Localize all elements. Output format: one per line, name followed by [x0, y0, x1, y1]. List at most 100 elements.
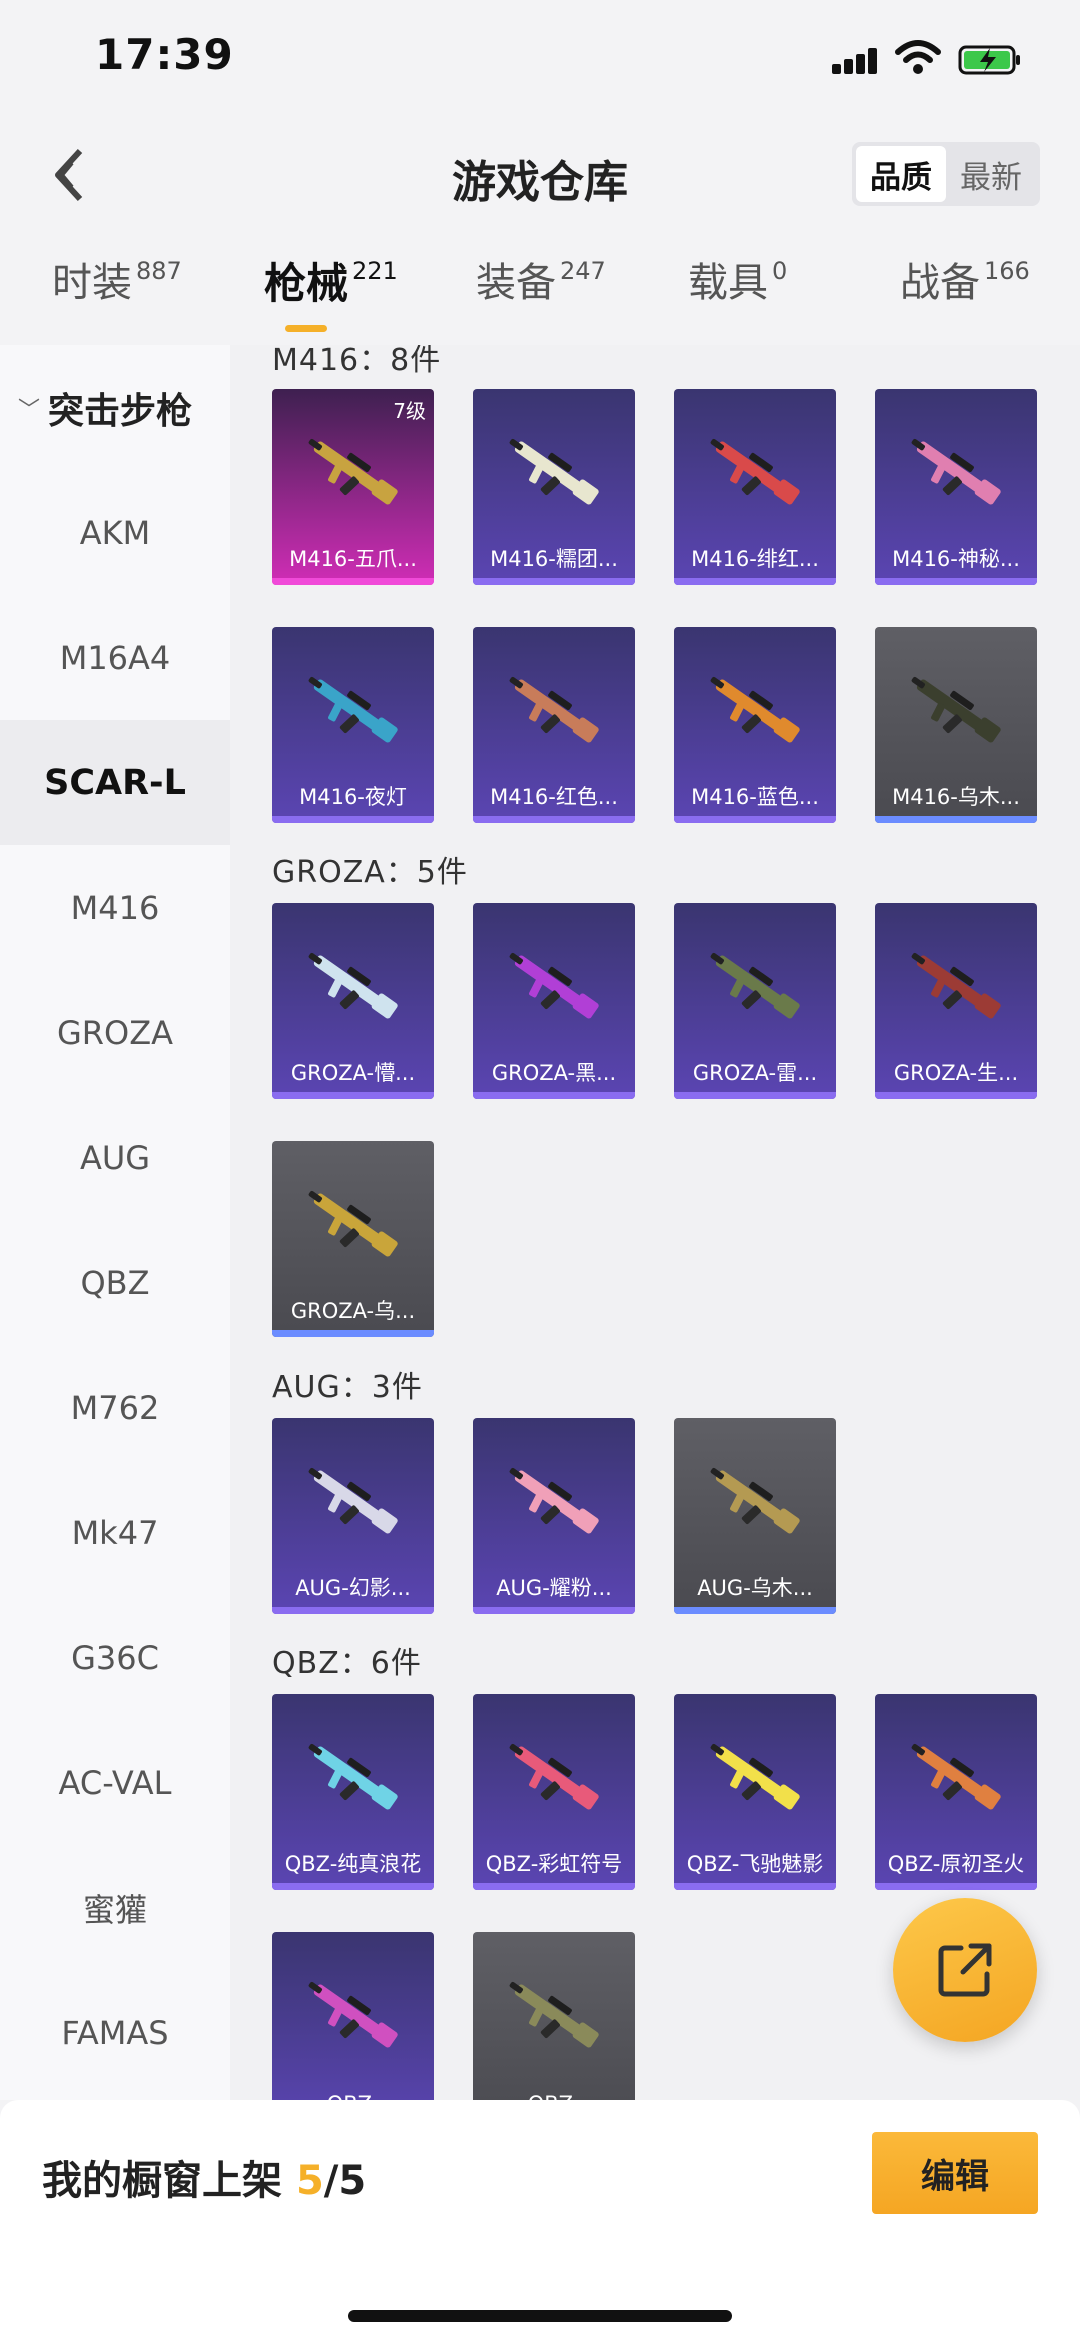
weapon-card[interactable]: GROZA-懵...: [272, 903, 434, 1099]
rifle-icon: [710, 1467, 800, 1534]
sidebar-item-ac-val[interactable]: AC-VAL: [0, 1720, 230, 1845]
weapon-card[interactable]: M416-红色...: [473, 627, 635, 823]
sidebar-item-akm[interactable]: AKM: [0, 470, 230, 595]
weapon-name: AUG-幻影...: [295, 1576, 411, 1600]
home-indicator: [348, 2310, 732, 2322]
sort-toggle: 品质 最新: [852, 142, 1040, 206]
weapon-card[interactable]: M416-糯团...: [473, 389, 635, 585]
tab-combat-supplies[interactable]: 战备 166: [900, 245, 1030, 335]
rifle-icon: [308, 1190, 398, 1257]
weapon-name: M416-红色...: [490, 785, 618, 809]
weapon-name: M416-糯团...: [490, 547, 618, 571]
rarity-bar: [272, 578, 434, 585]
rifle-icon: [509, 676, 599, 743]
tab-equipment[interactable]: 装备 247: [476, 245, 606, 335]
rifle-icon: [710, 438, 800, 505]
rarity-bar: [473, 1883, 635, 1890]
weapon-card[interactable]: GROZA-雷...: [674, 903, 836, 1099]
weapon-name: QBZ-飞驰魅影: [686, 1852, 824, 1876]
rarity-bar: [272, 1092, 434, 1099]
active-tab-indicator: [285, 325, 327, 332]
weapon-card[interactable]: 7级 M416-五爪...: [272, 389, 434, 585]
wifi-icon: [895, 40, 941, 74]
back-button[interactable]: [40, 140, 100, 210]
status-bar: 17:39: [0, 0, 1080, 120]
sidebar-item-groza[interactable]: GROZA: [0, 970, 230, 1095]
sidebar-item-m762[interactable]: M762: [0, 1345, 230, 1470]
sidebar-item-honey-badger[interactable]: 蜜獾: [0, 1845, 230, 1970]
rarity-bar: [272, 1330, 434, 1337]
weapon-name: M416-绯红...: [691, 547, 819, 571]
sidebar-item-aug[interactable]: AUG: [0, 1095, 230, 1220]
sidebar-item-qbz[interactable]: QBZ: [0, 1220, 230, 1345]
tab-count: 166: [984, 257, 1030, 285]
section-title: QBZ：6件: [272, 1646, 422, 1681]
weapon-name: M416-蓝色...: [691, 785, 819, 809]
weapon-card[interactable]: QBZ-原初圣火: [875, 1694, 1037, 1890]
edit-button[interactable]: 编辑: [872, 2132, 1038, 2214]
rifle-icon: [509, 438, 599, 505]
sidebar-item-m16a4[interactable]: M16A4: [0, 595, 230, 720]
rifle-icon: [710, 676, 800, 743]
rarity-bar: [674, 578, 836, 585]
tab-vehicles[interactable]: 载具 0: [688, 245, 787, 335]
weapon-card[interactable]: GROZA-乌...: [272, 1141, 434, 1337]
rarity-bar: [875, 1092, 1037, 1099]
sidebar-item-scar-l[interactable]: SCAR-L: [0, 720, 230, 845]
weapon-card[interactable]: QBZ-: [473, 1932, 635, 2100]
tab-label: 战备: [900, 260, 980, 306]
weapon-card[interactable]: M416-夜灯: [272, 627, 434, 823]
sort-newest-option[interactable]: 最新: [946, 146, 1036, 202]
weapon-name: QBZ-: [272, 2092, 434, 2100]
sidebar-item-famas[interactable]: FAMAS: [0, 1970, 230, 2095]
weapon-sidebar: ﹀ 突击步枪 AKM M16A4 SCAR-L M416 GROZA AUG Q…: [0, 345, 230, 2100]
rifle-icon: [308, 1981, 398, 2048]
sidebar-group-assault-rifles[interactable]: ﹀ 突击步枪: [0, 345, 230, 470]
rarity-bar: [674, 816, 836, 823]
sort-quality-option[interactable]: 品质: [856, 146, 946, 202]
rifle-icon: [710, 952, 800, 1019]
weapon-card[interactable]: QBZ-飞驰魅影: [674, 1694, 836, 1890]
weapon-card[interactable]: AUG-乌木...: [674, 1418, 836, 1614]
showcase-total-count: /5: [323, 2158, 367, 2204]
sidebar-item-m416[interactable]: M416: [0, 845, 230, 970]
weapon-name: GROZA-生...: [893, 1061, 1019, 1085]
tab-count: 221: [352, 257, 398, 285]
sidebar-item-mk47[interactable]: Mk47: [0, 1470, 230, 1595]
tab-count: 0: [772, 257, 788, 285]
weapon-card[interactable]: GROZA-黑...: [473, 903, 635, 1099]
chevron-left-icon: [55, 148, 83, 202]
tab-label: 装备: [476, 260, 556, 306]
weapon-name: QBZ-原初圣火: [887, 1852, 1025, 1876]
weapon-card[interactable]: M416-神秘...: [875, 389, 1037, 585]
weapon-name: M416-乌木...: [892, 785, 1020, 809]
weapon-card[interactable]: M416-乌木...: [875, 627, 1037, 823]
status-time: 17:39: [95, 30, 234, 79]
showcase-current-count: 5: [295, 2158, 324, 2204]
section-title: AUG：3件: [272, 1370, 423, 1405]
weapon-card[interactable]: QBZ-彩虹符号: [473, 1694, 635, 1890]
weapon-card[interactable]: AUG-幻影...: [272, 1418, 434, 1614]
weapon-name: GROZA-黑...: [491, 1061, 617, 1085]
sidebar-item-g36c[interactable]: G36C: [0, 1595, 230, 1720]
weapon-name: M416-夜灯: [299, 785, 407, 809]
share-button[interactable]: [893, 1898, 1037, 2042]
rifle-icon: [308, 438, 398, 505]
weapon-card[interactable]: M416-蓝色...: [674, 627, 836, 823]
weapon-card[interactable]: GROZA-生...: [875, 903, 1037, 1099]
section-title: M416：8件: [272, 345, 442, 378]
rifle-icon: [710, 1743, 800, 1810]
tab-count: 247: [560, 257, 606, 285]
tab-fashion[interactable]: 时装 887: [52, 245, 182, 335]
weapon-card[interactable]: QBZ-纯真浪花: [272, 1694, 434, 1890]
weapon-card[interactable]: QBZ-: [272, 1932, 434, 2100]
chevron-down-icon: ﹀: [18, 397, 41, 423]
weapon-card[interactable]: M416-绯红...: [674, 389, 836, 585]
weapon-grid: M416：8件 7级 M416-五爪... M416-糯团... M416-绯红... M…: [230, 345, 1080, 2100]
rarity-bar: [875, 578, 1037, 585]
signal-icon: [832, 48, 878, 74]
tab-firearms[interactable]: 枪械 221: [264, 245, 398, 335]
weapon-name: M416-五爪...: [289, 547, 417, 571]
rifle-icon: [911, 438, 1001, 505]
weapon-card[interactable]: AUG-耀粉...: [473, 1418, 635, 1614]
